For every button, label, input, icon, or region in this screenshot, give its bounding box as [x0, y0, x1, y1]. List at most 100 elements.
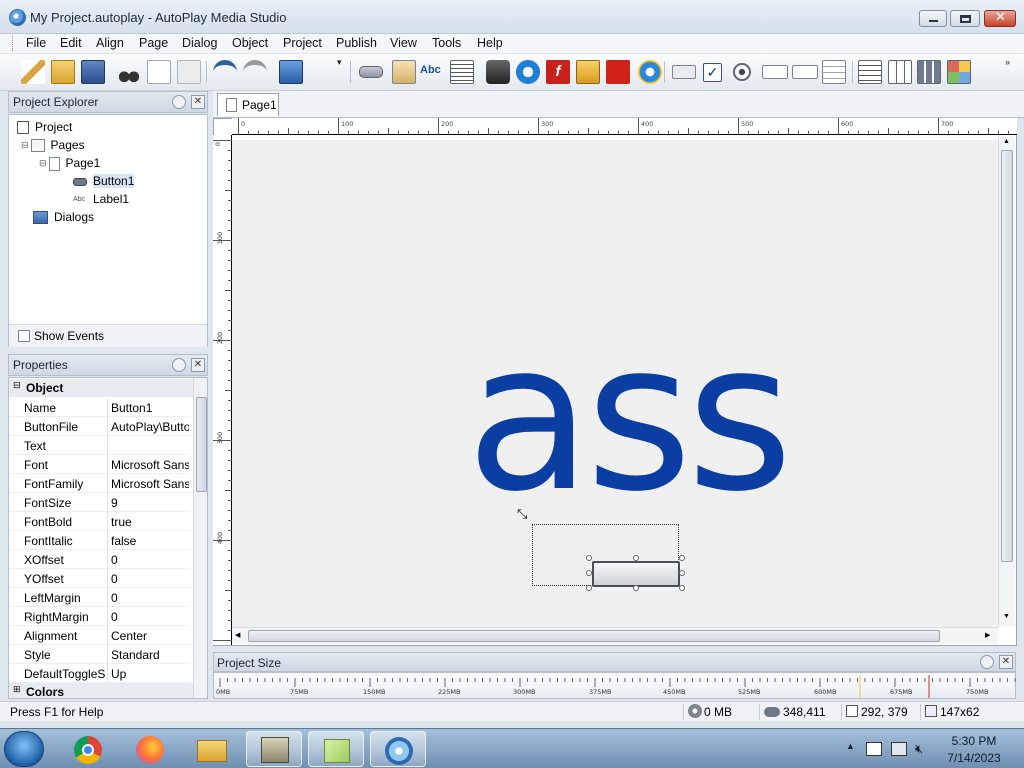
tray-expand-icon[interactable]: ▲: [846, 741, 855, 751]
menu-publish[interactable]: Publish: [336, 36, 377, 50]
property-value[interactable]: Button1: [111, 401, 189, 415]
panel-close-icon[interactable]: ✕: [191, 358, 205, 372]
tree-item-label1[interactable]: Abc Label1: [73, 192, 129, 206]
panel-close-icon[interactable]: ✕: [191, 95, 205, 109]
property-row[interactable]: Style Standard: [9, 645, 190, 664]
paste-icon[interactable]: [177, 60, 201, 84]
tree-item-page1[interactable]: ⊟ Page1: [39, 156, 100, 171]
property-value[interactable]: 0: [111, 553, 189, 567]
property-value[interactable]: 0: [111, 591, 189, 605]
section-colors[interactable]: ⊞ Colors: [9, 683, 193, 698]
tree-item-dialogs[interactable]: Dialogs: [33, 210, 94, 225]
pin-icon[interactable]: [172, 95, 186, 109]
volume-muted-icon[interactable]: 🔇︎: [915, 741, 923, 757]
taskbar-notes[interactable]: [308, 731, 364, 767]
scroll-thumb[interactable]: [196, 397, 207, 492]
resize-handle[interactable]: [586, 570, 592, 576]
property-value[interactable]: AutoPlay\Butto: [111, 420, 189, 434]
property-value[interactable]: Microsoft Sans: [111, 458, 189, 472]
property-value[interactable]: 0: [111, 572, 189, 586]
flash-icon[interactable]: f: [546, 60, 570, 84]
image-object-icon[interactable]: [392, 60, 416, 84]
resize-handle[interactable]: [633, 585, 639, 591]
menu-project[interactable]: Project: [283, 36, 322, 50]
grid-list-icon[interactable]: [822, 60, 846, 84]
scroll-right-icon[interactable]: ▶: [985, 631, 990, 639]
slideshow-icon[interactable]: [576, 60, 600, 84]
property-value[interactable]: Microsoft Sans: [111, 477, 189, 491]
scroll-thumb[interactable]: [1001, 150, 1013, 562]
property-row[interactable]: Name Button1: [9, 398, 190, 417]
toolbar-overflow-chevron[interactable]: ▾: [337, 57, 342, 68]
toolbar-overflow-chevron-2[interactable]: »: [1005, 57, 1010, 67]
menu-view[interactable]: View: [390, 36, 417, 50]
taskbar-date[interactable]: 7/14/2023: [942, 751, 1006, 765]
network-icon[interactable]: [891, 742, 907, 756]
pin-icon[interactable]: [172, 358, 186, 372]
listbox-object-icon[interactable]: [762, 65, 788, 79]
menu-tools[interactable]: Tools: [432, 36, 461, 50]
property-row[interactable]: ButtonFile AutoPlay\Butto: [9, 417, 190, 436]
menu-object[interactable]: Object: [232, 36, 268, 50]
quicktime-icon[interactable]: [516, 60, 540, 84]
close-button[interactable]: ✕: [984, 10, 1016, 27]
action-center-icon[interactable]: [866, 742, 882, 756]
save-disk-icon[interactable]: [81, 60, 105, 84]
property-row[interactable]: DefaultToggleS Up: [9, 664, 190, 683]
menu-dialog[interactable]: Dialog: [182, 36, 217, 50]
taskbar-explorer[interactable]: [184, 731, 240, 767]
panel-close-icon[interactable]: ✕: [999, 655, 1013, 669]
cut-icon[interactable]: [117, 60, 141, 84]
input-object-icon[interactable]: [672, 65, 696, 79]
taskbar-time[interactable]: 5:30 PM: [942, 734, 1006, 748]
checkbox-object-icon[interactable]: ✓: [703, 63, 722, 82]
resize-handle[interactable]: [586, 585, 592, 591]
property-value[interactable]: 0: [111, 610, 189, 624]
resize-handle[interactable]: [679, 585, 685, 591]
show-events-checkbox[interactable]: [18, 330, 30, 342]
property-row[interactable]: Text: [9, 436, 190, 455]
button-object-icon[interactable]: [359, 66, 383, 78]
combobox-object-icon[interactable]: [792, 65, 818, 79]
wizard-wand-icon[interactable]: [21, 60, 45, 84]
collapse-toggle-icon[interactable]: ⊟: [39, 158, 47, 169]
property-row[interactable]: RightMargin 0: [9, 607, 190, 626]
resize-handle[interactable]: [586, 555, 592, 561]
property-row[interactable]: FontBold true: [9, 512, 190, 531]
start-button[interactable]: [4, 731, 44, 767]
canvas-vertical-scrollbar[interactable]: ▲ ▼: [998, 136, 1015, 627]
property-row[interactable]: Alignment Center: [9, 626, 190, 645]
pdf-icon[interactable]: [606, 60, 630, 84]
label-abc-icon[interactable]: Abc: [420, 64, 446, 88]
collapse-toggle-icon[interactable]: ⊟: [21, 140, 29, 151]
undo-icon[interactable]: [213, 60, 237, 84]
section-collapse-icon[interactable]: ⊞: [13, 684, 21, 695]
section-object[interactable]: ⊟ Object: [9, 379, 193, 397]
property-value[interactable]: Up: [111, 667, 189, 681]
property-row[interactable]: LeftMargin 0: [9, 588, 190, 607]
web-browser-icon[interactable]: [638, 60, 662, 84]
taskbar-media[interactable]: [370, 731, 426, 767]
label1-text-object[interactable]: ass: [466, 316, 793, 521]
property-row[interactable]: Font Microsoft Sans: [9, 455, 190, 474]
video-camera-icon[interactable]: [486, 60, 510, 84]
tree-item-pages[interactable]: ⊟ Pages: [21, 138, 85, 153]
property-value[interactable]: false: [111, 534, 189, 548]
paragraph-icon[interactable]: [450, 60, 474, 84]
menu-file[interactable]: File: [26, 36, 46, 50]
tab-page1[interactable]: Page1: [217, 93, 279, 116]
grid-object-icon[interactable]: [888, 60, 912, 84]
richtext-icon[interactable]: [858, 60, 882, 84]
taskbar-autoplay[interactable]: [246, 731, 302, 767]
plugin-object-icon[interactable]: [947, 60, 971, 84]
preview-monitor-icon[interactable]: [279, 60, 303, 84]
property-row[interactable]: FontSize 9: [9, 493, 190, 512]
resize-handle[interactable]: [633, 555, 639, 561]
resize-handle[interactable]: [679, 570, 685, 576]
radio-object-icon[interactable]: [733, 63, 751, 81]
property-row[interactable]: FontFamily Microsoft Sans: [9, 474, 190, 493]
maximize-button[interactable]: [950, 10, 980, 27]
open-folder-icon[interactable]: [51, 60, 75, 84]
property-value[interactable]: true: [111, 515, 189, 529]
redo-icon[interactable]: [243, 60, 267, 84]
